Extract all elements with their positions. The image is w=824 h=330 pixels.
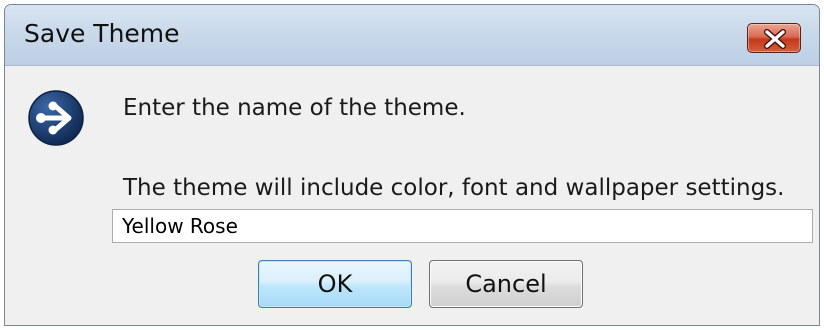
close-button[interactable]: [747, 23, 801, 53]
cancel-button[interactable]: Cancel: [429, 260, 583, 308]
ok-button-label: OK: [317, 270, 353, 298]
title-bar[interactable]: Save Theme: [5, 5, 819, 66]
prompt-text: Enter the name of the theme.: [123, 95, 466, 121]
theme-arrow-icon: [28, 90, 84, 146]
ok-button[interactable]: OK: [258, 260, 412, 308]
description-text: The theme will include color, font and w…: [123, 175, 785, 201]
theme-name-input[interactable]: [112, 209, 813, 243]
save-theme-dialog: Save Theme Enter the name of the theme.: [4, 4, 820, 326]
close-icon: [764, 29, 786, 49]
dialog-body: Enter the name of the theme. The theme w…: [5, 66, 819, 325]
cancel-button-label: Cancel: [465, 270, 547, 298]
dialog-title: Save Theme: [24, 19, 180, 48]
